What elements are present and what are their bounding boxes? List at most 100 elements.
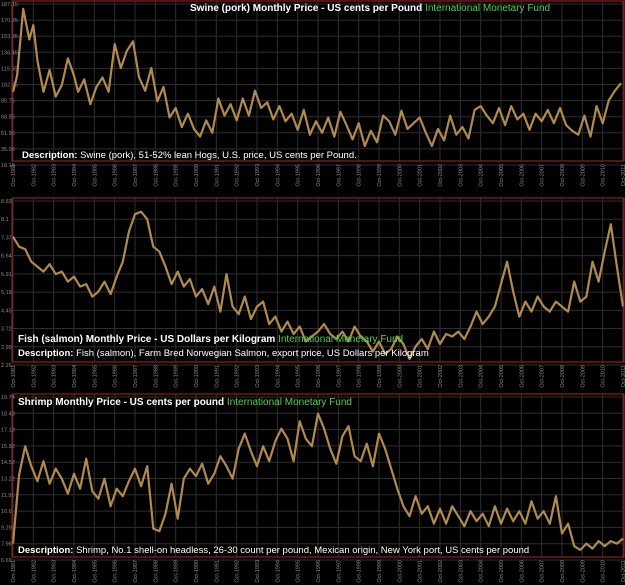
swine-x-tick-label: Oct-1995 — [296, 164, 302, 187]
shrimp-x-tick-label: Oct-1981 — [11, 560, 17, 583]
swine-y-tick-label: 85.75 — [1, 99, 15, 105]
salmon-x-tick-label: Oct-1995 — [296, 365, 302, 388]
swine-x-tick-label: Oct-1986 — [113, 164, 119, 187]
salmon-chart-panel: 8.83 8.1 7.37 6.64 5.91 5.18 4.45 3.72 2.99 2.26 O… — [0, 197, 625, 390]
salmon-y-tick-label: 6.64 — [1, 254, 12, 260]
shrimp-chart-panel: 19.74 18.43 17.13 15.82 14.52 13.22 11.91 10.6 9… — [0, 393, 625, 585]
shrimp-x-tick-label: Oct-2001 — [418, 560, 424, 583]
shrimp-y-tick-label: 7.98 — [1, 542, 12, 548]
salmon-y-tick-label: 7.37 — [1, 235, 12, 241]
shrimp-x-tick-label: Oct-1989 — [174, 560, 180, 583]
shrimp-x-tick-label: Oct-1994 — [275, 560, 281, 583]
shrimp-y-tick-label: 14.52 — [1, 460, 15, 466]
swine-source-link[interactable]: International Monetary Fund — [425, 3, 550, 14]
shrimp-x-tick-label: Oct-2000 — [397, 560, 403, 583]
salmon-x-tick-label: Oct-2010 — [601, 365, 607, 388]
salmon-chart-title: Fish (salmon) Monthly Price - US Dollars… — [18, 334, 404, 345]
salmon-x-axis: Oct-1981 Oct-1982 Oct-1983 Oct-1984 Oct-1985… — [11, 365, 625, 388]
swine-x-tick-label: Oct-2000 — [397, 164, 403, 187]
salmon-x-tick-label: Oct-2002 — [438, 365, 444, 388]
swine-x-tick-label: Oct-1996 — [316, 164, 322, 187]
salmon-x-tick-label: Oct-1999 — [377, 365, 383, 388]
swine-x-tick-label: Oct-1983 — [52, 164, 58, 187]
swine-y-tick-label: 68.85 — [1, 115, 15, 121]
salmon-x-tick-label: Oct-2005 — [499, 365, 505, 388]
shrimp-x-tick-label: Oct-1999 — [377, 560, 383, 583]
shrimp-x-tick-label: Oct-1995 — [296, 560, 302, 583]
shrimp-x-tick-label: Oct-2007 — [540, 560, 546, 583]
shrimp-x-tick-label: Oct-1997 — [336, 560, 342, 583]
swine-x-tick-label: Oct-1997 — [336, 164, 342, 187]
swine-x-tick-label: Oct-2003 — [458, 164, 464, 187]
salmon-source-link[interactable]: International Monetary Fund — [278, 334, 403, 345]
shrimp-x-tick-label: Oct-2011 — [621, 560, 625, 582]
salmon-x-tick-label: Oct-1986 — [113, 365, 119, 388]
swine-x-tick-label: Oct-1991 — [214, 164, 220, 187]
swine-chart-title: Swine (pork) Monthly Price - US cents pe… — [190, 3, 551, 14]
shrimp-chart-title: Shrimp Monthly Price - US cents per poun… — [18, 397, 352, 408]
salmon-x-tick-label: Oct-1997 — [336, 365, 342, 388]
shrimp-x-tick-label: Oct-2002 — [438, 560, 444, 583]
salmon-x-tick-label: Oct-1985 — [92, 365, 98, 388]
shrimp-chart: 19.7418.4317.1315.8214.5213.2211.9110.69… — [1, 393, 625, 583]
swine-x-tick-label: Oct-2004 — [479, 164, 485, 187]
swine-x-tick-label: Oct-2010 — [601, 164, 607, 187]
salmon-x-tick-label: Oct-1998 — [357, 365, 363, 388]
salmon-x-tick-label: Oct-1982 — [31, 365, 37, 388]
shrimp-y-tick-label: 10.6 — [1, 509, 12, 515]
shrimp-x-tick-label: Oct-1996 — [316, 560, 322, 583]
swine-x-tick-label: Oct-1994 — [275, 164, 281, 187]
shrimp-x-tick-label: Oct-1998 — [357, 560, 363, 583]
salmon-x-tick-label: Oct-1988 — [153, 365, 159, 388]
swine-y-tick-label: 136.45 — [1, 50, 18, 56]
shrimp-x-tick-label: Oct-1992 — [235, 560, 241, 583]
swine-x-tick-label: Oct-2005 — [499, 164, 505, 187]
shrimp-x-tick-label: Oct-1983 — [52, 560, 58, 583]
swine-x-tick-label: Oct-1990 — [194, 164, 200, 187]
swine-x-axis: Oct-1981 Oct-1982 Oct-1983 Oct-1984 Oct-1985… — [11, 164, 625, 187]
shrimp-y-tick-label: 15.82 — [1, 444, 15, 450]
shrimp-x-tick-label: Oct-2009 — [580, 560, 586, 583]
shrimp-x-tick-label: Oct-1986 — [113, 560, 119, 583]
salmon-x-tick-label: Oct-2004 — [479, 365, 485, 388]
swine-y-tick-label: 153.35 — [1, 34, 18, 40]
shrimp-x-tick-label: Oct-1982 — [31, 560, 37, 583]
swine-x-tick-label: Oct-1993 — [255, 164, 261, 187]
salmon-x-tick-label: Oct-1993 — [255, 365, 261, 388]
salmon-chart: 8.838.17.376.645.915.184.453.722.992.26 O… — [1, 197, 625, 388]
salmon-x-tick-label: Oct-1987 — [133, 365, 139, 388]
salmon-x-tick-label: Oct-1992 — [235, 365, 241, 388]
swine-x-tick-label: Oct-1981 — [11, 164, 17, 187]
swine-x-tick-label: Oct-2006 — [519, 164, 525, 187]
swine-x-tick-label: Oct-1992 — [235, 164, 241, 187]
shrimp-source-link[interactable]: International Monetary Fund — [227, 397, 352, 408]
shrimp-y-tick-label: 17.13 — [1, 428, 15, 434]
salmon-x-tick-label: Oct-2000 — [397, 365, 403, 388]
shrimp-x-tick-label: Oct-1991 — [214, 560, 220, 583]
salmon-description: Description: Fish (salmon), Farm Bred No… — [18, 348, 429, 359]
salmon-x-tick-label: Oct-2007 — [540, 365, 546, 388]
swine-x-tick-label: Oct-1987 — [133, 164, 139, 187]
salmon-y-tick-label: 5.18 — [1, 290, 12, 296]
salmon-x-tick-label: Oct-2011 — [621, 365, 625, 387]
salmon-y-tick-label: 8.1 — [1, 217, 9, 223]
swine-x-tick-label: Oct-2007 — [540, 164, 546, 187]
salmon-x-tick-label: Oct-1984 — [72, 365, 78, 388]
shrimp-x-tick-label: Oct-2010 — [601, 560, 607, 583]
shrimp-x-tick-label: Oct-1988 — [153, 560, 159, 583]
shrimp-description: Description: Shrimp, No.1 shell-on headl… — [18, 545, 530, 556]
swine-y-tick-label: 119.55 — [1, 66, 17, 72]
salmon-x-tick-label: Oct-2001 — [418, 365, 424, 388]
shrimp-x-tick-label: Oct-1984 — [72, 560, 78, 583]
swine-description: Description: Swine (pork), 51-52% lean H… — [22, 150, 357, 161]
shrimp-x-tick-label: Oct-2003 — [458, 560, 464, 583]
shrimp-x-tick-label: Oct-2006 — [519, 560, 525, 583]
shrimp-y-tick-label: 13.22 — [1, 477, 15, 483]
shrimp-y-tick-label: 9.29 — [1, 525, 12, 531]
swine-x-tick-label: Oct-2009 — [580, 164, 586, 187]
swine-y-tick-label: 35.05 — [1, 147, 15, 153]
salmon-x-tick-label: Oct-1994 — [275, 365, 281, 388]
swine-x-tick-label: Oct-2008 — [560, 164, 566, 187]
salmon-y-tick-label: 5.91 — [1, 272, 12, 278]
salmon-y-tick-label: 3.72 — [1, 327, 12, 333]
